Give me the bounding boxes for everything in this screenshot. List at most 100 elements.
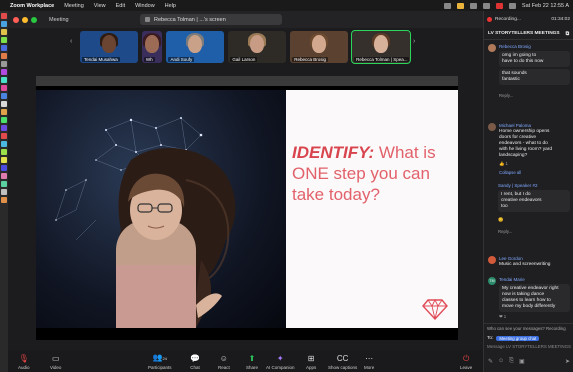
dock-app-icon[interactable] (1, 141, 7, 147)
dock-app-icon[interactable] (1, 93, 7, 99)
emoji-icon[interactable]: ☺ (498, 358, 504, 365)
video-tile[interactable]: Wh (141, 31, 163, 63)
participants-label: Participants (148, 365, 172, 370)
video-tile[interactable]: Andi Soufy (166, 31, 225, 63)
dock-app-icon[interactable] (1, 117, 7, 123)
dock-app-icon[interactable] (1, 109, 7, 115)
menu-meeting[interactable]: Meeting (64, 3, 84, 9)
avatar: TM (488, 277, 496, 285)
slide-line-2: ONE step you can (292, 164, 430, 183)
dock-app-icon[interactable] (1, 157, 7, 163)
participants-count: 24 (162, 356, 167, 361)
screen-share-label: Rebecca Tolman | ...'s screen (154, 16, 226, 23)
chat-icon: 💬 (190, 354, 200, 363)
chat-message-input[interactable]: Message LV STORYTELLERS MEETINGS (487, 344, 571, 354)
screenshot-icon[interactable]: ▣ (519, 358, 525, 365)
tray-icon-warning[interactable] (456, 2, 464, 9)
dock-app-icon[interactable] (1, 21, 7, 27)
menu-app-name[interactable]: Zoom Workplace (10, 3, 54, 9)
zoom-window-button[interactable] (31, 16, 37, 23)
gallery-next-icon[interactable]: › (413, 38, 415, 45)
menu-view[interactable]: View (94, 3, 106, 9)
video-tile[interactable]: Rebecca Brosig (290, 31, 349, 63)
dock-app-icon[interactable] (1, 69, 7, 75)
tray-icon[interactable] (443, 2, 451, 9)
window-title: Meeting (49, 16, 69, 23)
message-body: My creative endeavor right now is taking… (499, 284, 570, 312)
menubar-clock[interactable]: Sat Feb 22 12:55 A (522, 3, 569, 9)
dock-app-icon[interactable] (1, 189, 7, 195)
dock-app-icon[interactable] (1, 45, 7, 51)
share-button[interactable]: ⬆ Share (246, 355, 258, 371)
apps-label: Apps (306, 365, 317, 370)
reply-link[interactable]: Reply... (499, 93, 570, 98)
window-controls (13, 16, 37, 23)
format-icon[interactable]: ✎ (488, 358, 493, 365)
video-label: Video (50, 365, 62, 370)
tray-icon[interactable] (482, 2, 490, 9)
attach-icon[interactable]: ⎘ (509, 358, 514, 365)
leave-button[interactable]: ⏻ Leave (460, 355, 473, 371)
chat-button[interactable]: 💬 Chat (190, 354, 200, 371)
react-button[interactable]: ☺ React (218, 355, 230, 371)
apps-button[interactable]: ⊞ Apps (306, 355, 317, 371)
message-line: move my body differently (502, 304, 556, 309)
more-button[interactable]: ⋯ More (364, 355, 375, 371)
reaction-badge[interactable]: 👍 1 (499, 161, 570, 167)
audio-button[interactable]: 🎙 Audio (18, 355, 30, 371)
dock-app-icon[interactable] (1, 85, 7, 91)
menu-help[interactable]: Help (165, 3, 176, 9)
dock-app-icon[interactable] (1, 173, 7, 179)
dock-app-icon[interactable] (1, 29, 7, 35)
audio-label: Audio (18, 365, 30, 370)
video-tile-active-speaker[interactable]: Rebecca Tolman | Spea... (351, 30, 411, 64)
chat-message: Rebecca Brosig omg im going to have to d… (488, 44, 570, 98)
video-button[interactable]: ▭ Video (50, 354, 62, 371)
dock-app-icon[interactable] (1, 165, 7, 171)
more-label: More (364, 365, 375, 370)
ai-companion-button[interactable]: ✦ AI Companion (266, 355, 295, 371)
screen-share-tab[interactable]: Rebecca Tolman | ...'s screen (140, 14, 282, 25)
popout-icon[interactable]: ⧉ (566, 31, 569, 37)
dock-app-icon[interactable] (1, 197, 7, 203)
participant-name: Gail Larson (230, 57, 258, 62)
dock-app-icon[interactable] (1, 37, 7, 43)
video-tile[interactable]: Tendai Musahwa (80, 31, 138, 63)
menu-edit[interactable]: Edit (116, 3, 125, 9)
tray-icon[interactable] (469, 2, 477, 9)
reaction-badge[interactable]: ❤ 1 (499, 314, 570, 320)
reaction-count: 1 (505, 161, 508, 166)
gallery-prev-icon[interactable]: ‹ (70, 38, 72, 45)
leave-label: Leave (460, 365, 473, 370)
wifi-icon[interactable] (508, 2, 516, 9)
participants-button[interactable]: 👥24 Participants (148, 354, 172, 371)
message-line: fantastic (502, 77, 520, 82)
menu-window[interactable]: Window (135, 3, 155, 9)
dock-app-icon[interactable] (1, 133, 7, 139)
to-label: To: (487, 336, 494, 341)
participant-name: Rebecca Tolman | Spea... (354, 57, 410, 62)
dock-app-icon[interactable] (1, 77, 7, 83)
dock-app-icon[interactable] (1, 61, 7, 67)
captions-button[interactable]: CC Show captions (328, 355, 357, 371)
dock-app-icon[interactable] (1, 149, 7, 155)
send-icon[interactable]: ➤ (565, 358, 570, 365)
tray-icon-record[interactable] (495, 2, 503, 9)
dock-app-icon[interactable] (1, 125, 7, 131)
dock-app-icon[interactable] (1, 13, 7, 19)
collapse-all-link[interactable]: Collapse all (499, 170, 570, 175)
dock-app-icon[interactable] (1, 181, 7, 187)
dock-app-icon[interactable] (1, 53, 7, 59)
minimize-window-button[interactable] (22, 16, 28, 23)
who-can-see-notice[interactable]: Who can see your messages? Recording (484, 324, 573, 333)
slide-image-panel (36, 90, 286, 328)
emoji-reaction-icon[interactable]: 😊 (498, 217, 570, 223)
recipient-select[interactable]: Meeting group chat (496, 336, 540, 341)
close-window-button[interactable] (13, 16, 19, 23)
video-tile[interactable]: Gail Larson (228, 31, 287, 63)
reply-link[interactable]: Reply... (498, 229, 570, 234)
camera-icon: ▭ (51, 354, 60, 363)
dock-app-icon[interactable] (1, 101, 7, 107)
recording-label[interactable]: Recording... (495, 17, 521, 22)
avatar (488, 256, 496, 264)
